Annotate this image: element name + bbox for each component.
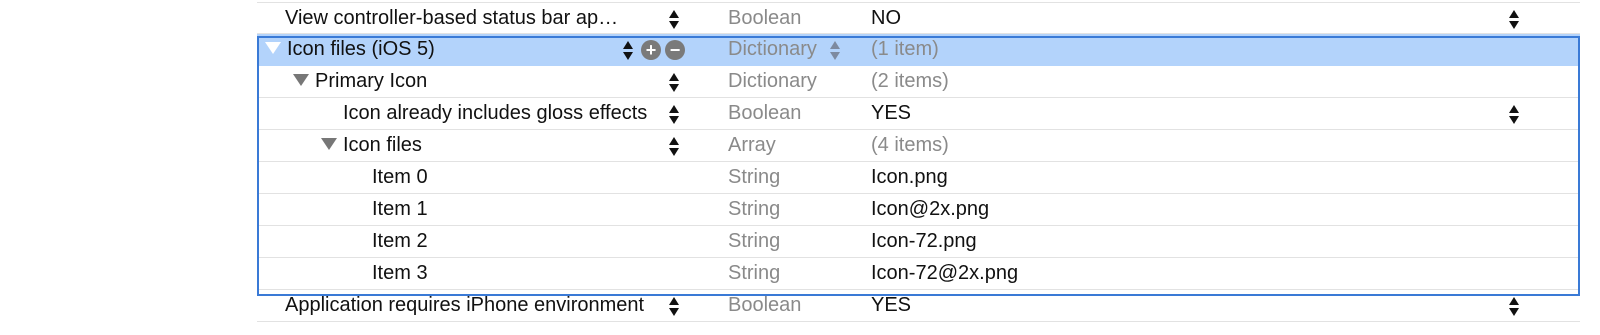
row-value[interactable]: YES [871,98,911,129]
row-type[interactable]: Dictionary [728,66,817,97]
plist-row[interactable]: Icon files Array (4 items) [257,130,1580,162]
row-key-label: Primary Icon [315,70,428,92]
plist-row[interactable]: Primary Icon Dictionary (2 items) [257,66,1580,98]
row-key[interactable]: Icon files [257,130,422,161]
row-value: (4 items) [871,134,949,156]
row-type[interactable]: Array [728,130,776,161]
row-value[interactable]: NO [871,3,901,34]
key-stepper-icon[interactable] [667,292,681,320]
plist-row[interactable]: Icon already includes gloss effects Bool… [257,98,1580,130]
row-type[interactable]: Boolean [728,3,801,34]
plist-row[interactable]: Item 3 String Icon-72@2x.png [257,258,1580,290]
row-key[interactable]: Item 1 [257,194,428,225]
row-value[interactable]: Icon.png [871,162,948,193]
minus-circle-icon[interactable]: − [665,40,685,60]
row-type[interactable]: String [728,226,780,257]
plist-row[interactable]: Item 1 String Icon@2x.png [257,194,1580,226]
plist-editor-table: View controller-based status bar ap… Boo… [257,2,1580,322]
row-type[interactable]: String [728,162,780,193]
row-key-label: Icon files [343,134,422,156]
key-stepper-icon[interactable] [667,68,681,96]
row-key[interactable]: Application requires iPhone environment [257,290,644,321]
row-value: (1 item) [871,38,939,60]
value-stepper-icon[interactable] [1507,292,1521,320]
row-value[interactable]: Icon@2x.png [871,194,989,225]
row-type[interactable]: Boolean [728,290,801,321]
key-stepper-icon[interactable] [621,36,635,64]
row-type[interactable]: String [728,194,780,225]
row-key[interactable]: Icon already includes gloss effects [257,98,647,129]
row-type[interactable]: Dictionary [728,34,817,65]
row-type[interactable]: Boolean [728,98,801,129]
value-stepper-icon[interactable] [1507,100,1521,128]
row-value[interactable]: YES [871,290,911,321]
disclosure-triangle-icon[interactable] [321,137,337,150]
plist-row[interactable]: Item 0 String Icon.png [257,162,1580,194]
row-key[interactable]: View controller-based status bar ap… [257,3,618,34]
value-stepper-icon[interactable] [1507,5,1521,33]
disclosure-triangle-icon[interactable] [293,73,309,86]
type-stepper-icon[interactable] [828,36,842,64]
row-key[interactable]: Primary Icon [257,66,427,97]
disclosure-triangle-icon[interactable] [265,41,281,54]
row-value[interactable]: Icon-72@2x.png [871,258,1018,289]
row-key-label: Icon files (iOS 5) [287,38,435,60]
key-stepper-icon[interactable] [667,100,681,128]
plist-row[interactable]: Item 2 String Icon-72.png [257,226,1580,258]
row-key[interactable]: Icon files (iOS 5) [257,34,435,65]
row-key[interactable]: Item 0 [257,162,428,193]
row-key[interactable]: Item 2 [257,226,428,257]
row-value: (2 items) [871,70,949,92]
key-stepper-icon[interactable] [667,5,681,33]
key-stepper-icon[interactable] [667,132,681,160]
plist-row[interactable]: View controller-based status bar ap… Boo… [257,2,1580,34]
plist-row[interactable]: Application requires iPhone environment … [257,290,1580,322]
row-key[interactable]: Item 3 [257,258,428,289]
plus-circle-icon[interactable]: + [641,40,661,60]
row-type[interactable]: String [728,258,780,289]
plist-row-selected[interactable]: Icon files (iOS 5) + − Dictionary (1 ite… [257,34,1580,66]
row-value[interactable]: Icon-72.png [871,226,977,257]
